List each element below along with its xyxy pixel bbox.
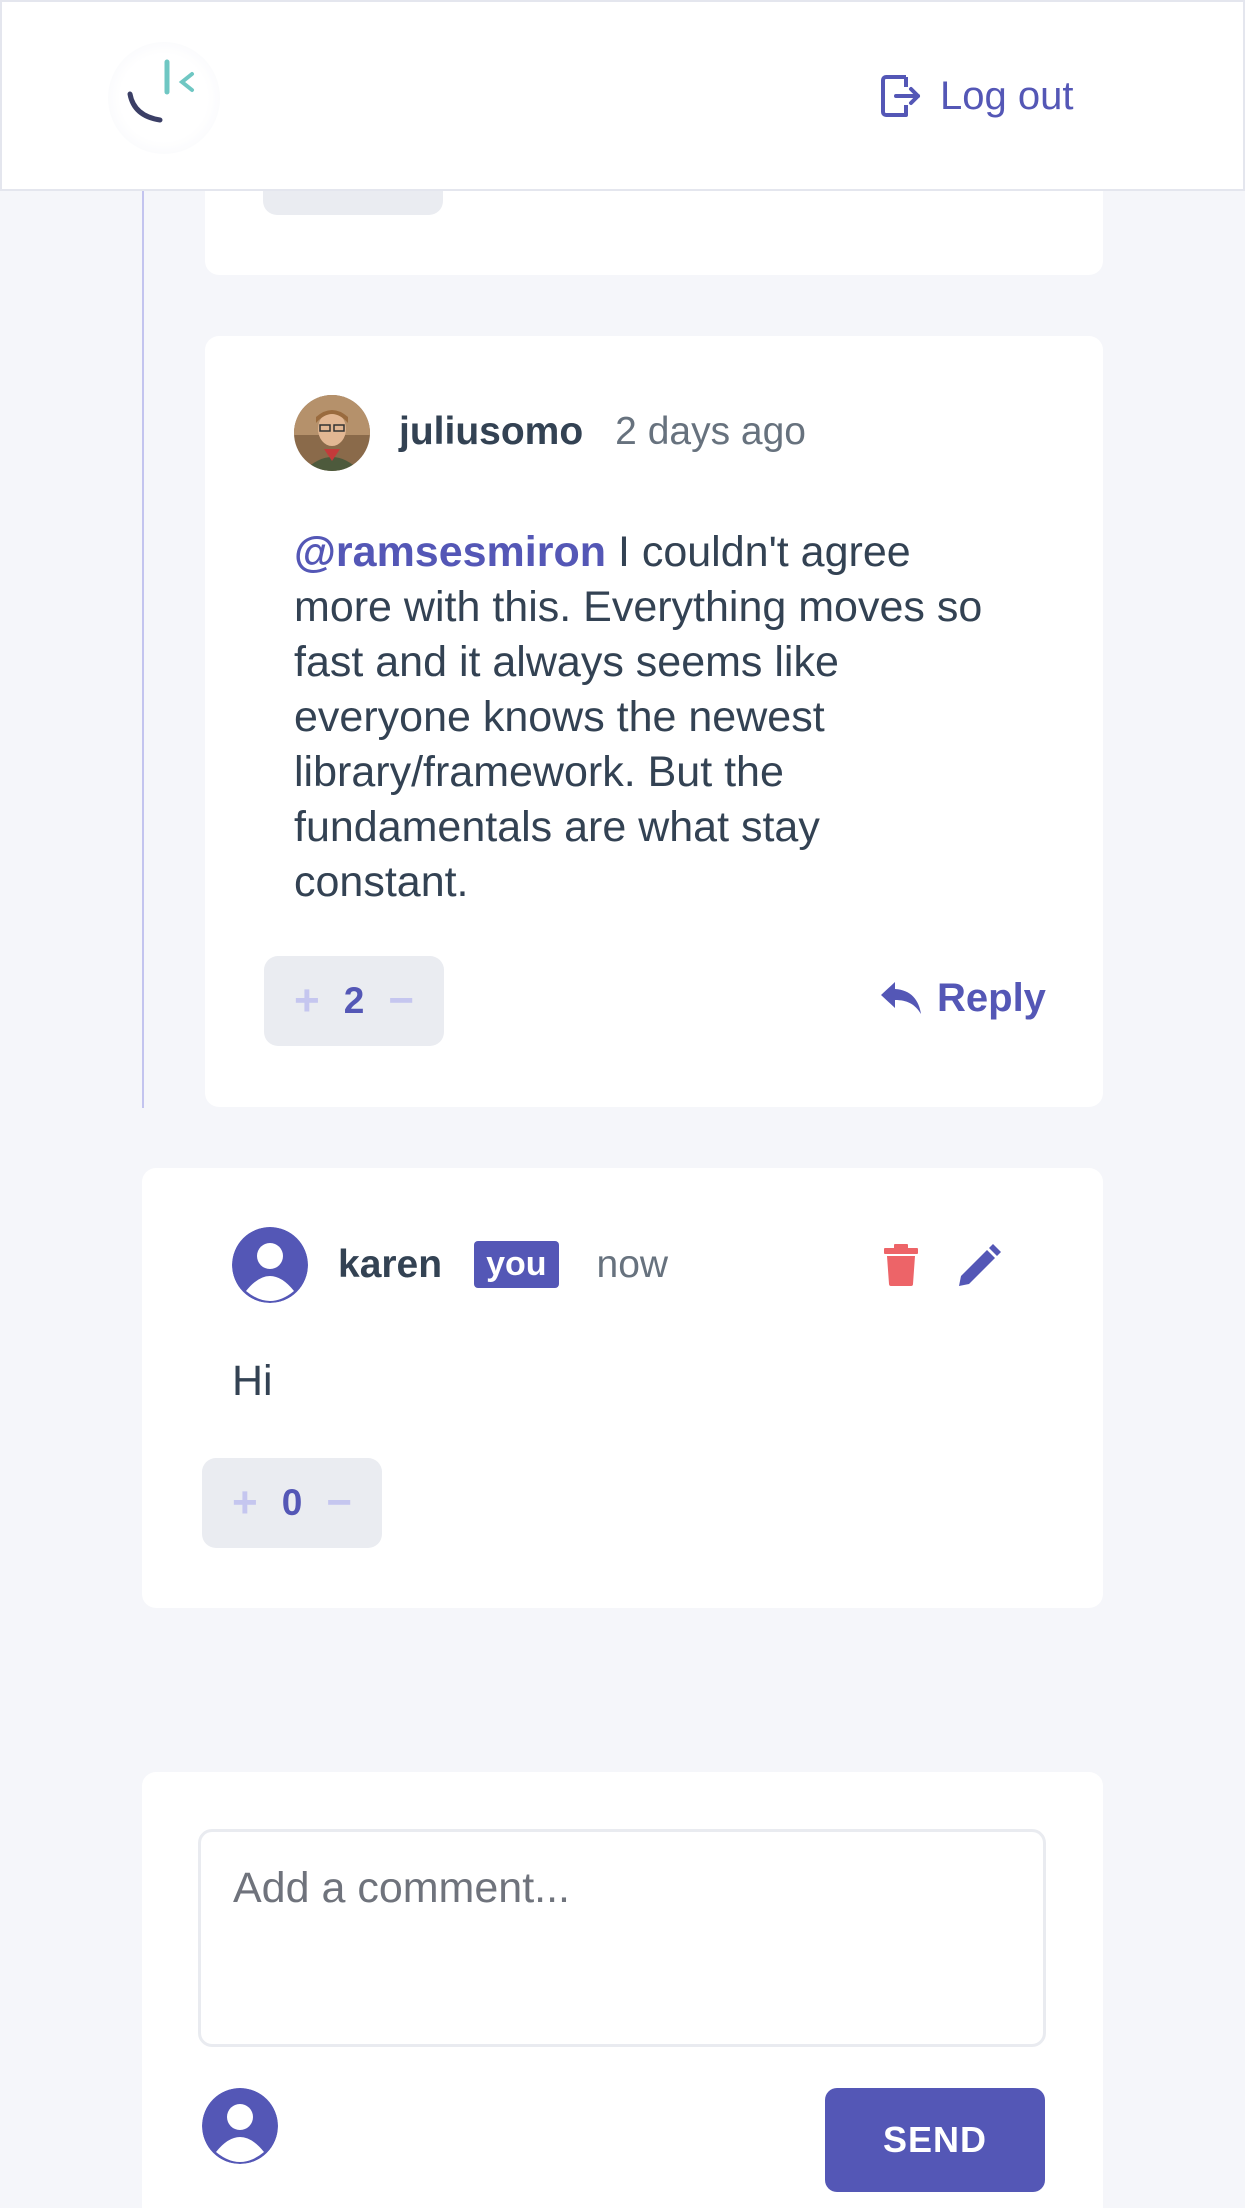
top-header: Log out [0, 0, 1245, 191]
user-avatar-icon [232, 1227, 308, 1303]
downvote-icon[interactable]: − [326, 1481, 352, 1525]
username[interactable]: juliusomo [399, 410, 583, 454]
comment-body-text: I couldn't agree more with this. Everyth… [294, 528, 983, 906]
comment-text: Hi [232, 1357, 273, 1405]
mention-link[interactable]: @ramsesmiron [294, 528, 606, 576]
score-value: 0 [281, 1482, 303, 1523]
add-comment-card: SEND [142, 1772, 1103, 2208]
logout-label: Log out [940, 73, 1074, 118]
upvote-icon[interactable]: + [232, 1481, 258, 1525]
pencil-icon [959, 1244, 1001, 1286]
score-stepper: + 0 − [202, 1458, 382, 1548]
timestamp: 2 days ago [615, 410, 806, 453]
upvote-icon[interactable]: + [294, 979, 320, 1023]
send-button[interactable]: SEND [825, 2088, 1045, 2192]
reply-button[interactable]: Reply [879, 976, 1046, 1021]
timestamp: now [596, 1242, 669, 1286]
reply-comment-card: juliusomo 2 days ago @ramsesmiron I coul… [205, 336, 1103, 1107]
user-avatar-icon [294, 395, 370, 471]
avatar [232, 1227, 308, 1303]
avatar [202, 2088, 278, 2164]
you-badge: you [474, 1241, 559, 1288]
app-logo[interactable] [108, 42, 220, 154]
delete-button[interactable] [884, 1244, 918, 1291]
logout-button[interactable]: Log out [880, 70, 1073, 122]
score-stepper: + 2 − [264, 956, 444, 1046]
own-comment-card: karen you now Hi + 0 − [142, 1168, 1103, 1608]
comment-text: @ramsesmiron I couldn't agree more with … [294, 525, 994, 910]
comment-meta: karen you now [338, 1241, 668, 1288]
reply-label: Reply [937, 976, 1046, 1020]
edit-button[interactable] [957, 1244, 1001, 1291]
avatar [294, 395, 370, 471]
score-value: 2 [343, 980, 365, 1021]
comment-input[interactable] [198, 1829, 1046, 2047]
user-avatar-icon [202, 2088, 278, 2164]
reply-thread-line [142, 191, 144, 1108]
comment-meta: juliusomo 2 days ago [399, 410, 806, 454]
reply-icon [881, 981, 921, 1014]
logout-icon [881, 75, 920, 117]
username[interactable]: karen [338, 1243, 442, 1287]
logo-icon [127, 59, 194, 123]
downvote-icon[interactable]: − [388, 979, 414, 1023]
trash-icon [884, 1244, 918, 1286]
